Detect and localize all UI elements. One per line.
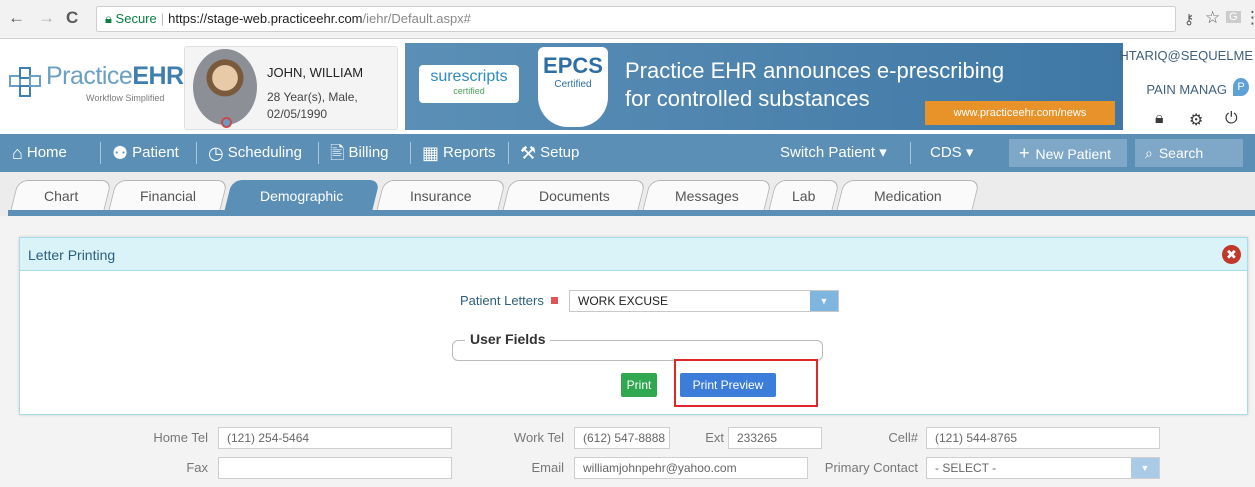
- annotation-highlight-box: [674, 359, 818, 407]
- home-tel-label: Home Tel: [153, 430, 208, 445]
- close-icon[interactable]: ✖: [1222, 245, 1241, 264]
- tab-messages[interactable]: Messages: [642, 180, 772, 212]
- email-field[interactable]: williamjohnpehr@yahoo.com: [574, 457, 808, 479]
- logo-mark-icon: [9, 67, 41, 97]
- power-icon[interactable]: ⏻: [1225, 110, 1238, 128]
- nav-setup[interactable]: ⚒ Setup: [520, 134, 579, 172]
- user-area: HTARIQ@SEQUELME PAIN MANAG P 🔒︎ ⚙ ⏻: [1119, 44, 1255, 134]
- email-label: Email: [531, 460, 564, 475]
- url-path: /iehr/Default.aspx#: [362, 11, 471, 26]
- nav-home[interactable]: ⌂ Home: [12, 134, 67, 172]
- ext-label: Ext: [705, 430, 724, 445]
- letter-printing-dialog: Letter Printing ✖ Patient Letters WORK E…: [19, 237, 1248, 415]
- browser-toolbar: ← → C 🔒︎ Secure | https://stage-web.practi…: [0, 0, 1255, 39]
- star-icon[interactable]: ☆: [1205, 8, 1220, 28]
- ext-field[interactable]: 233265: [728, 427, 822, 449]
- url-host: https://stage-web.practiceehr.com: [168, 11, 363, 26]
- work-tel-field[interactable]: (612) 547-8888: [574, 427, 670, 449]
- patient-card[interactable]: JOHN, WILLIAM 28 Year(s), Male, 02/05/19…: [184, 46, 398, 130]
- menu-icon[interactable]: ⋮: [1244, 8, 1255, 28]
- practice-ehr-logo[interactable]: PracticeEHR Workflow Simplified: [8, 62, 184, 118]
- tab-financial[interactable]: Financial: [108, 180, 228, 212]
- patient-age-sex: 28 Year(s), Male,: [267, 90, 358, 104]
- calendar-icon: ▦: [422, 143, 440, 163]
- search-button[interactable]: ⌕ Search: [1135, 139, 1243, 167]
- key-icon[interactable]: ⚷: [1184, 11, 1194, 28]
- logo-text: PracticeEHR: [46, 62, 184, 90]
- nav-billing[interactable]: 🖹︎ Billing: [330, 134, 389, 172]
- epcs-badge: EPCS Certified: [538, 47, 608, 127]
- tab-documents[interactable]: Documents: [502, 180, 646, 212]
- home-tel-field[interactable]: (121) 254-5464: [218, 427, 452, 449]
- switch-patient-dropdown[interactable]: Switch Patient ▾: [780, 134, 887, 172]
- nav-divider: [508, 142, 509, 164]
- required-marker-icon: [551, 297, 558, 304]
- gear-icon[interactable]: ⚙: [1189, 110, 1203, 130]
- nav-divider: [196, 142, 197, 164]
- tab-medication[interactable]: Medication: [836, 180, 980, 212]
- tab-lab[interactable]: Lab: [768, 180, 840, 212]
- patient-info: 28 Year(s), Male, 02/05/1990: [267, 89, 358, 123]
- patient-dob: 02/05/1990: [267, 107, 328, 121]
- tools-icon: ⚒: [520, 143, 537, 163]
- search-icon: ⌕: [1145, 145, 1153, 161]
- address-bar[interactable]: 🔒︎ Secure | https://stage-web.practiceehr.…: [96, 6, 1176, 32]
- primary-contact-select[interactable]: - SELECT - ▼: [926, 457, 1160, 479]
- tab-insurance[interactable]: Insurance: [376, 180, 506, 212]
- announcement-banner[interactable]: surescripts certified EPCS Certified Pra…: [405, 43, 1123, 130]
- primary-contact-label: Primary Contact: [824, 460, 918, 475]
- nav-reports[interactable]: ▦ Reports: [422, 134, 496, 172]
- dialog-header: Letter Printing ✖: [20, 238, 1247, 271]
- forward-icon[interactable]: →: [38, 8, 55, 28]
- extension-icon[interactable]: G: [1226, 11, 1241, 23]
- fax-label: Fax: [186, 460, 208, 475]
- reload-icon[interactable]: C: [66, 8, 78, 28]
- patient-letters-select[interactable]: WORK EXCUSE ▼: [569, 290, 839, 312]
- new-patient-button[interactable]: + New Patient: [1009, 139, 1127, 167]
- tab-demographic[interactable]: Demographic: [224, 180, 380, 212]
- home-icon: ⌂: [12, 143, 23, 163]
- username[interactable]: HTARIQ@SEQUELME: [1119, 48, 1253, 63]
- nav-divider: [100, 142, 101, 164]
- billing-icon: 🖹︎: [330, 143, 345, 163]
- tab-chart[interactable]: Chart: [10, 180, 112, 212]
- app-header: PracticeEHR Workflow Simplified JOHN, WI…: [0, 40, 1255, 134]
- nav-divider: [318, 142, 319, 164]
- nav-divider: [410, 142, 411, 164]
- patient-letters-label: Patient Letters: [460, 293, 544, 308]
- patient-avatar: [193, 49, 257, 125]
- chevron-down-icon: ▼: [810, 291, 838, 311]
- lock-icon: 🔒︎: [105, 11, 112, 26]
- avatar-badge-icon: [221, 117, 232, 128]
- patient-name: JOHN, WILLIAM: [267, 65, 364, 80]
- clock-icon: ◷: [208, 143, 224, 163]
- nav-divider: [910, 142, 911, 164]
- logo-tagline: Workflow Simplified: [86, 93, 165, 103]
- back-icon[interactable]: ←: [8, 8, 25, 28]
- dialog-title: Letter Printing: [28, 247, 116, 263]
- user-fields-legend: User Fields: [465, 331, 551, 347]
- user-fields-group: User Fields: [452, 331, 823, 361]
- secure-label: Secure: [115, 11, 157, 26]
- location-icon[interactable]: P: [1233, 78, 1249, 96]
- work-tel-label: Work Tel: [513, 430, 564, 445]
- nav-patient[interactable]: ⚉ Patient: [112, 134, 179, 172]
- fax-field[interactable]: [218, 457, 452, 479]
- cds-dropdown[interactable]: CDS ▾: [930, 134, 973, 172]
- chevron-down-icon: ▼: [1131, 458, 1159, 478]
- location-label[interactable]: PAIN MANAG: [1146, 82, 1227, 97]
- cell-field[interactable]: (121) 544-8765: [926, 427, 1160, 449]
- surescripts-badge: surescripts certified: [419, 65, 519, 103]
- print-button[interactable]: Print: [621, 373, 657, 397]
- banner-news-link[interactable]: www.practiceehr.com/news: [925, 101, 1115, 125]
- lock-icon[interactable]: 🔒︎: [1155, 110, 1164, 128]
- main-nav: ⌂ Home ⚉ Patient ◷ Scheduling 🖹︎ Billing ▦ Re…: [0, 134, 1255, 172]
- patient-icon: ⚉: [112, 143, 129, 163]
- nav-scheduling[interactable]: ◷ Scheduling: [208, 134, 302, 172]
- cell-label: Cell#: [888, 430, 918, 445]
- patient-subtabs: Chart Financial Demographic Insurance Do…: [0, 172, 1255, 216]
- plus-icon: +: [1019, 143, 1030, 163]
